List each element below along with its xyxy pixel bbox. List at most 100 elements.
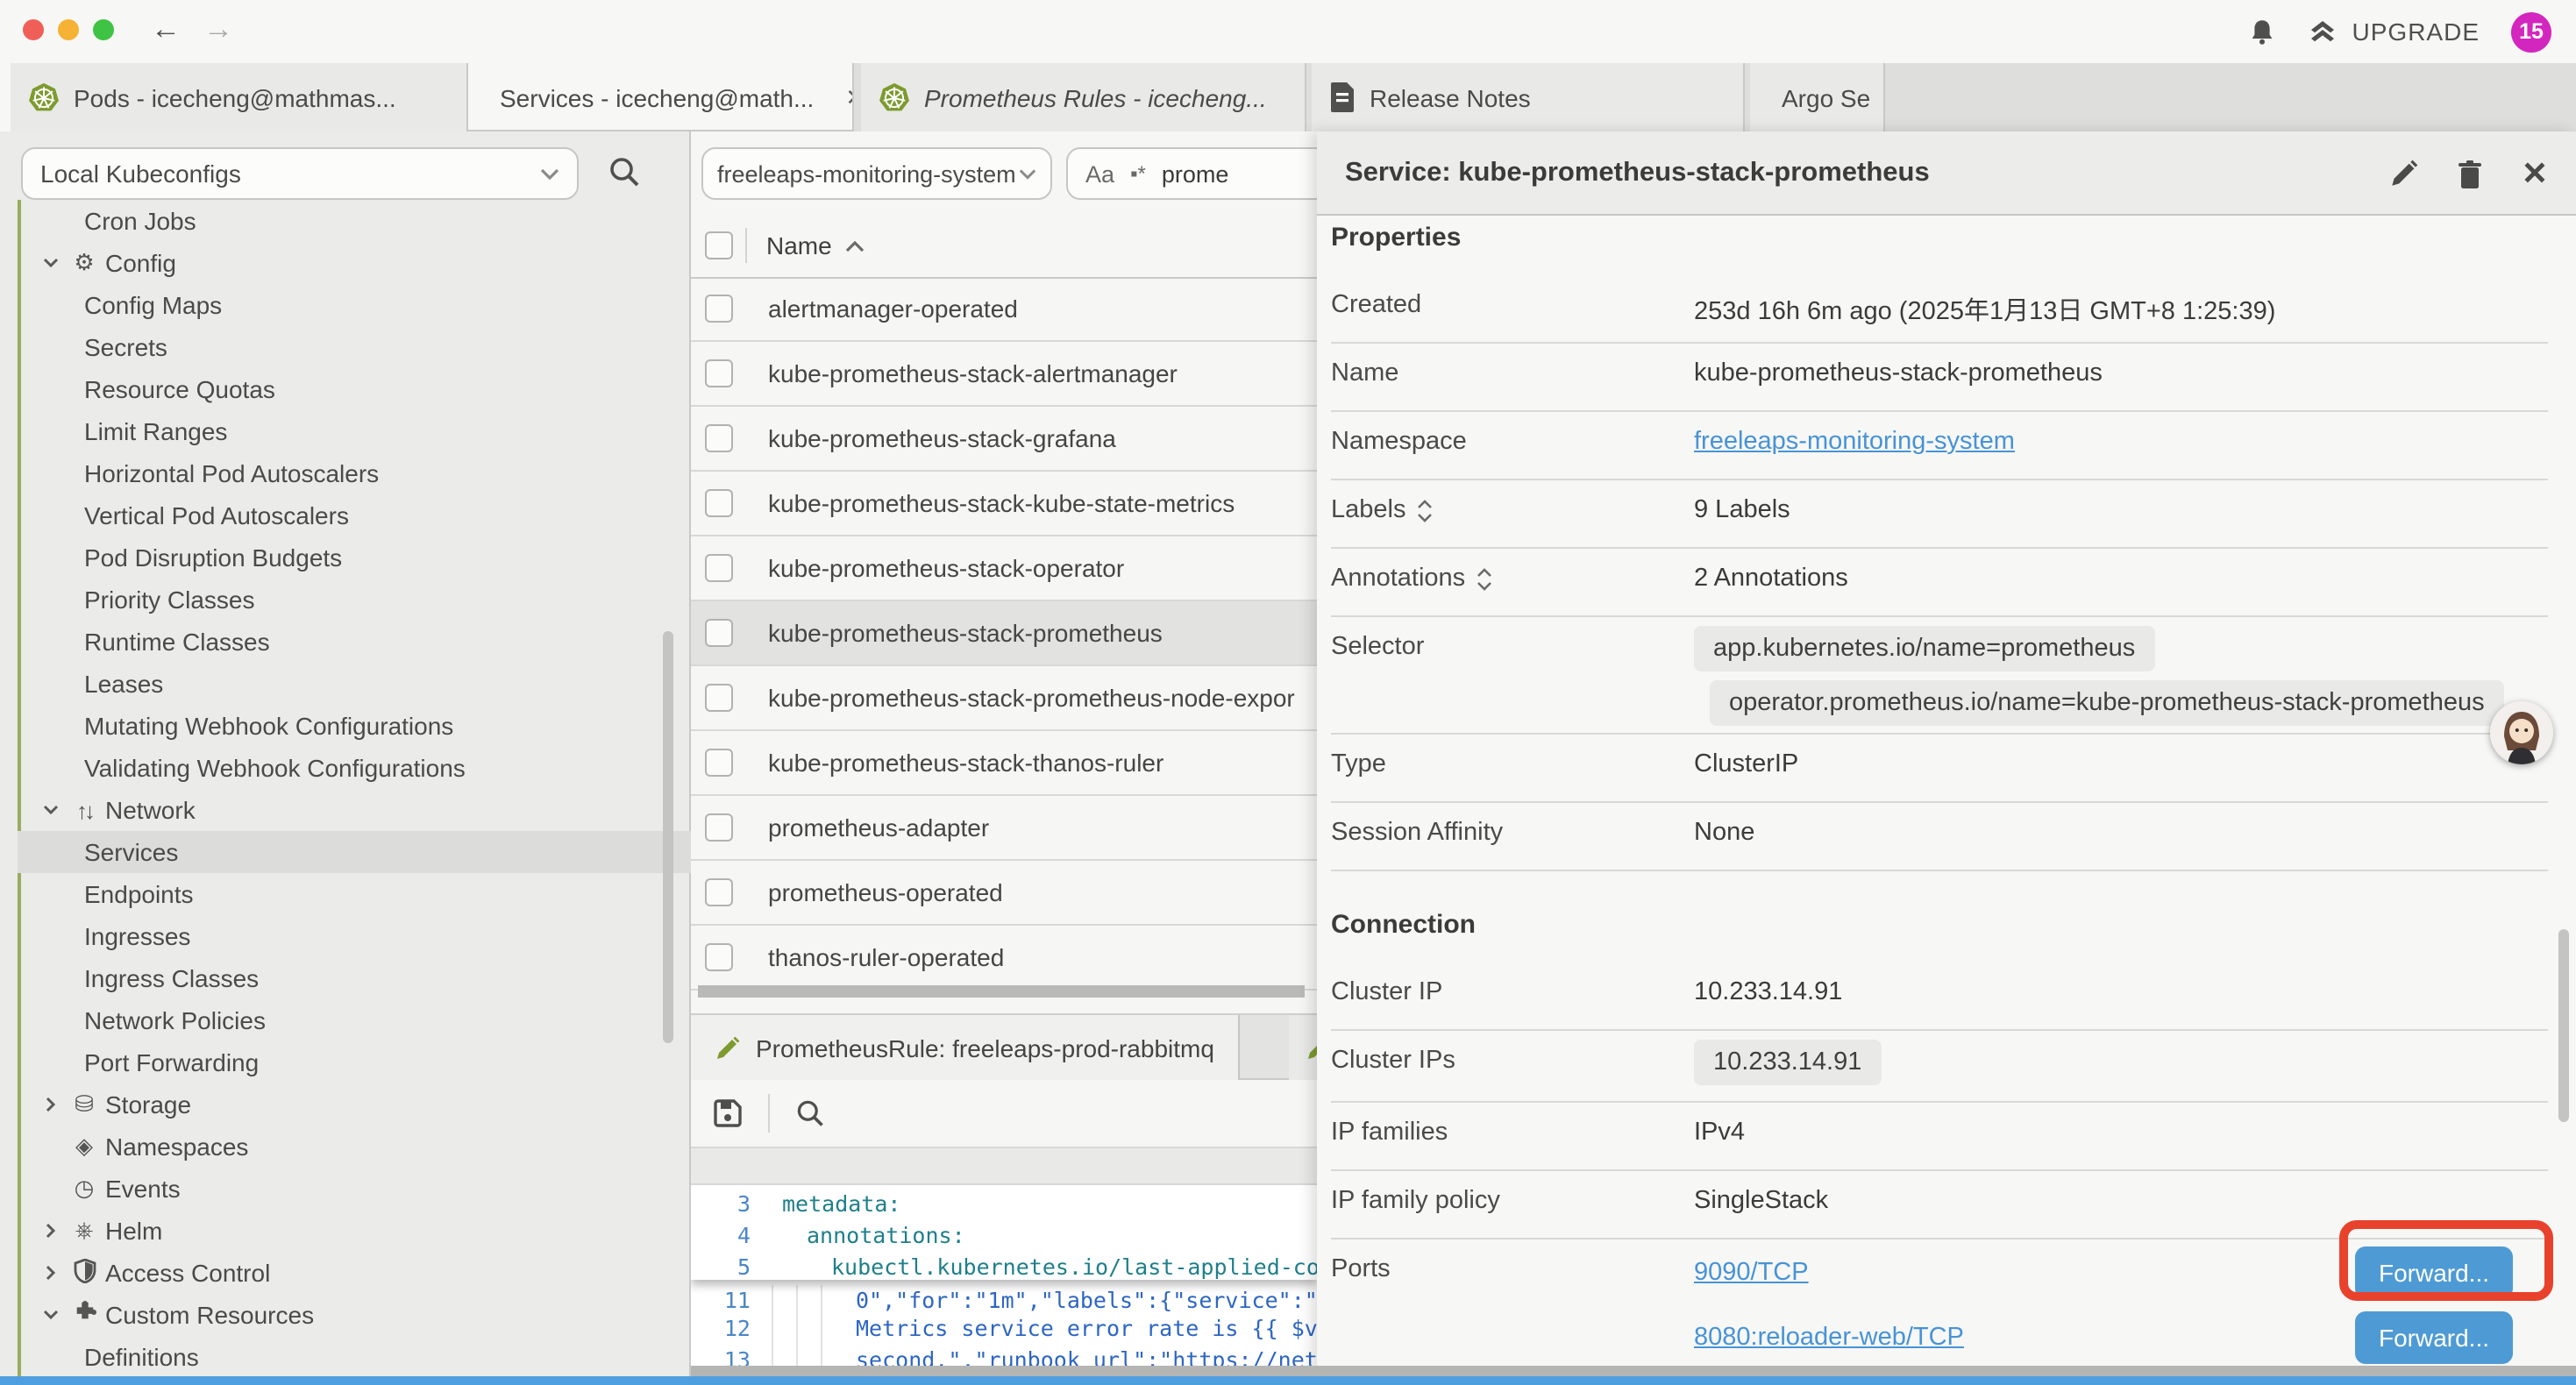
row-checkbox[interactable] [705, 424, 733, 452]
row-checkbox[interactable] [705, 619, 733, 647]
upgrade-button[interactable]: UPGRADE [2309, 17, 2480, 46]
row-checkbox[interactable] [705, 684, 733, 712]
window-zoom-button[interactable] [93, 19, 114, 40]
sidebar-item-endpoints[interactable]: Endpoints [18, 873, 691, 915]
selector-chip[interactable]: operator.prometheus.io/name=kube-prometh… [1710, 680, 2504, 726]
code-segment: https://net [1172, 1346, 1317, 1367]
row-checkbox[interactable] [705, 554, 733, 582]
row-checkbox[interactable] [705, 359, 733, 387]
tree-item-label: Pod Disruption Budgets [84, 543, 342, 572]
edit-pencil-icon[interactable] [2390, 160, 2418, 188]
sidebar-scrollbar[interactable] [663, 631, 673, 1043]
table-row[interactable]: prometheus-adapter [691, 796, 1317, 861]
bell-icon[interactable] [2249, 17, 2277, 46]
table-row[interactable]: alertmanager-operated [691, 277, 1317, 342]
row-checkbox[interactable] [705, 295, 733, 323]
service-name: thanos-ruler-operated [768, 943, 1004, 971]
table-row[interactable]: kube-prometheus-stack-prometheus [691, 601, 1317, 666]
table-row[interactable]: thanos-ruler-operated [691, 926, 1317, 991]
sidebar-item-pod-disruption-budgets[interactable]: Pod Disruption Budgets [18, 536, 691, 579]
sidebar-item-runtime-classes[interactable]: Runtime Classes [18, 621, 691, 663]
sidebar-item-access-control[interactable]: Access Control [18, 1252, 691, 1294]
save-icon[interactable] [712, 1097, 744, 1129]
sidebar-item-secrets[interactable]: Secrets [18, 326, 691, 368]
forward-button[interactable]: Forward... [2355, 1311, 2513, 1364]
tab-services[interactable]: Services - icecheng@math... ✕ [466, 63, 854, 131]
regex-toggle[interactable]: ▪* [1130, 161, 1146, 186]
sidebar-item-config-maps[interactable]: Config Maps [18, 284, 691, 326]
editor-line: 11 0","for":"1m","labels":{"service":" [691, 1285, 1317, 1317]
selector-chip[interactable]: app.kubernetes.io/name=prometheus [1694, 626, 2154, 671]
sidebar-item-definitions[interactable]: Definitions [18, 1336, 691, 1378]
forward-arrow-icon[interactable]: → [203, 12, 233, 47]
window-close-button[interactable] [23, 19, 44, 40]
back-arrow-icon[interactable]: ← [151, 12, 181, 47]
yaml-editor[interactable]: 11 0","for":"1m","labels":{"service":" 1… [691, 1185, 1317, 1367]
sidebar-item-horizontal-pod-autoscalers[interactable]: Horizontal Pod Autoscalers [18, 452, 691, 494]
row-checkbox[interactable] [705, 489, 733, 517]
row-checkbox[interactable] [705, 749, 733, 777]
sidebar-item-network-policies[interactable]: Network Policies [18, 999, 691, 1041]
notification-badge[interactable]: 15 [2511, 11, 2551, 52]
table-horizontal-scrollbar[interactable] [698, 985, 1305, 998]
namespace-select[interactable]: freeleaps-monitoring-system [701, 147, 1052, 200]
table-row[interactable]: kube-prometheus-stack-kube-state-metrics [691, 472, 1317, 536]
sidebar-item-helm[interactable]: ⎈Helm [18, 1210, 691, 1252]
user-avatar[interactable] [2490, 701, 2553, 764]
select-all-checkbox[interactable] [705, 231, 733, 259]
sidebar-item-validating-webhook-configurations[interactable]: Validating Webhook Configurations [18, 747, 691, 789]
match-case-toggle[interactable]: Aa [1085, 160, 1114, 187]
row-checkbox[interactable] [705, 878, 733, 906]
sidebar-item-ingresses[interactable]: Ingresses [18, 915, 691, 957]
sidebar-item-config[interactable]: ⚙Config [18, 242, 691, 284]
kubernetes-icon [879, 82, 910, 113]
selector-chip[interactable]: 10.233.14.91 [1694, 1040, 1881, 1085]
sidebar-item-port-forwarding[interactable]: Port Forwarding [18, 1041, 691, 1083]
tab-prometheus[interactable]: Prometheus Rules - icecheng... [861, 63, 1306, 131]
close-icon[interactable]: ✕ [2522, 155, 2548, 192]
sidebar-item-network[interactable]: ↑↓Network [18, 789, 691, 831]
table-row[interactable]: kube-prometheus-stack-thanos-ruler [691, 731, 1317, 796]
tree-item-label: Namespaces [105, 1133, 248, 1161]
detail-value: 253d 16h 6m ago (2025年1月13日 GMT+8 1:25:3… [1694, 291, 2275, 328]
kubeconfig-select[interactable]: Local Kubeconfigs [21, 147, 579, 200]
tab-argo[interactable]: Argo Se [1750, 63, 1885, 131]
sidebar-item-priority-classes[interactable]: Priority Classes [18, 579, 691, 621]
sidebar-item-namespaces[interactable]: ◈Namespaces [18, 1126, 691, 1168]
editor-search-icon[interactable] [794, 1097, 826, 1129]
table-row[interactable]: kube-prometheus-stack-prometheus-node-ex… [691, 666, 1317, 731]
row-checkbox[interactable] [705, 943, 733, 971]
tab-close-icon[interactable]: ✕ [845, 83, 854, 111]
tab-pods[interactable]: Pods - icecheng@mathmas... [11, 63, 470, 131]
namespace-link[interactable]: freeleaps-monitoring-system [1694, 428, 2015, 456]
drawer-scrollbar[interactable] [2558, 929, 2569, 1122]
sort-ascending-icon[interactable] [846, 239, 865, 252]
port-link[interactable]: 8080:reloader-web/TCP [1694, 1324, 1964, 1352]
table-row[interactable]: kube-prometheus-stack-grafana [691, 407, 1317, 472]
tab-release[interactable]: Release Notes [1312, 63, 1745, 131]
sidebar-item-vertical-pod-autoscalers[interactable]: Vertical Pod Autoscalers [18, 494, 691, 536]
sidebar-search-icon[interactable] [607, 154, 642, 189]
sidebar-item-custom-resources[interactable]: Custom Resources [18, 1294, 691, 1336]
port-link[interactable]: 9090/TCP [1694, 1259, 1809, 1287]
tree-item-label: Resource Quotas [84, 375, 275, 403]
code-segment: 0","for":"1m","labels":{"service":" [856, 1287, 1317, 1313]
resource-filter-input[interactable]: Aa ▪* prome [1066, 147, 1329, 200]
table-row[interactable]: kube-prometheus-stack-operator [691, 536, 1317, 601]
delete-trash-icon[interactable] [2457, 159, 2483, 188]
sidebar-item-storage[interactable]: ⛁Storage [18, 1083, 691, 1126]
sidebar-item-limit-ranges[interactable]: Limit Ranges [18, 410, 691, 452]
row-checkbox[interactable] [705, 813, 733, 842]
window-minimize-button[interactable] [58, 19, 79, 40]
sidebar-item-resource-quotas[interactable]: Resource Quotas [18, 368, 691, 410]
sidebar-item-events[interactable]: ◷Events [18, 1168, 691, 1210]
editor-tab-prometheusrule[interactable]: PrometheusRule: freeleaps-prod-rabbitmq [691, 1015, 1241, 1080]
sidebar-item-mutating-webhook-configurations[interactable]: Mutating Webhook Configurations [18, 705, 691, 747]
table-row[interactable]: kube-prometheus-stack-alertmanager [691, 342, 1317, 407]
sidebar-item-leases[interactable]: Leases [18, 663, 691, 705]
sidebar-item-ingress-classes[interactable]: Ingress Classes [18, 957, 691, 999]
sidebar-item-services[interactable]: Services [18, 831, 691, 873]
table-row[interactable]: prometheus-operated [691, 861, 1317, 926]
name-column-header[interactable]: Name [766, 231, 832, 259]
sidebar-item-cron-jobs[interactable]: Cron Jobs [18, 200, 691, 242]
